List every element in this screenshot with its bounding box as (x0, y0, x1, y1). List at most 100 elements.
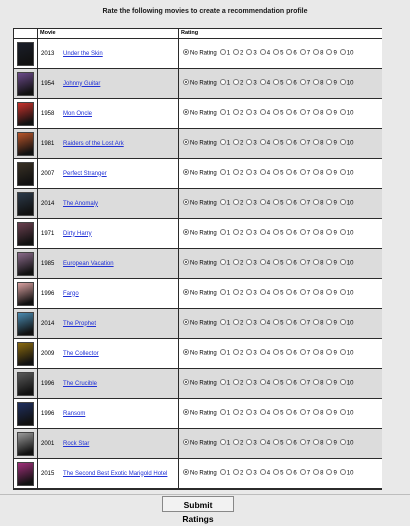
radio-button[interactable] (313, 229, 320, 236)
radio-button[interactable] (233, 139, 240, 146)
radio-button[interactable] (339, 109, 346, 116)
radio-button[interactable] (183, 259, 189, 266)
rating-option[interactable]: 2 (233, 349, 243, 357)
radio-button[interactable] (259, 259, 266, 266)
rating-option[interactable]: 7 (299, 229, 310, 237)
radio-button[interactable] (339, 439, 346, 446)
rating-option[interactable]: 9 (326, 319, 337, 327)
radio-button[interactable] (259, 169, 266, 176)
rating-option[interactable]: 2 (233, 79, 243, 87)
radio-button[interactable] (219, 109, 226, 116)
rating-option[interactable]: 3 (246, 49, 257, 57)
radio-button[interactable] (313, 79, 320, 86)
radio-button[interactable] (326, 199, 333, 206)
rating-option[interactable]: 7 (299, 259, 310, 267)
radio-button[interactable] (233, 379, 240, 386)
rating-option[interactable]: No Rating (183, 49, 217, 57)
radio-button[interactable] (339, 409, 346, 416)
rating-option[interactable]: 3 (246, 289, 257, 297)
radio-button[interactable] (183, 229, 189, 236)
rating-option[interactable]: 4 (259, 439, 270, 447)
rating-option[interactable]: 5 (273, 49, 283, 57)
rating-option[interactable]: 8 (313, 109, 323, 117)
radio-button[interactable] (219, 79, 226, 86)
radio-button[interactable] (339, 379, 346, 386)
radio-button[interactable] (273, 379, 280, 386)
rating-option[interactable]: 2 (233, 259, 243, 267)
rating-option[interactable]: No Rating (183, 409, 217, 417)
rating-option[interactable]: 1 (219, 379, 230, 387)
radio-button[interactable] (299, 379, 306, 386)
radio-button[interactable] (246, 199, 253, 206)
movie-title-link[interactable]: The Collector (63, 351, 99, 357)
rating-option[interactable]: 7 (299, 439, 310, 447)
radio-button[interactable] (339, 259, 346, 266)
rating-option[interactable]: 8 (313, 289, 323, 297)
rating-option[interactable]: No Rating (183, 199, 217, 207)
rating-option[interactable]: 4 (259, 319, 270, 327)
rating-option[interactable]: 9 (326, 439, 337, 447)
radio-button[interactable] (313, 469, 320, 476)
rating-option[interactable]: 3 (246, 469, 257, 477)
rating-option[interactable]: 10 (339, 439, 353, 447)
radio-button[interactable] (273, 289, 280, 296)
rating-option[interactable]: 1 (219, 259, 230, 267)
radio-button[interactable] (326, 439, 333, 446)
radio-button[interactable] (233, 289, 240, 296)
radio-button[interactable] (326, 319, 333, 326)
rating-option[interactable]: 5 (273, 79, 283, 87)
radio-button[interactable] (339, 169, 346, 176)
radio-button[interactable] (313, 49, 320, 56)
rating-option[interactable]: 5 (273, 469, 283, 477)
rating-option[interactable]: 8 (313, 169, 323, 177)
radio-button[interactable] (183, 469, 189, 476)
rating-option[interactable]: 4 (259, 469, 270, 477)
radio-button[interactable] (259, 199, 266, 206)
rating-option[interactable]: No Rating (183, 109, 217, 117)
radio-button[interactable] (326, 259, 333, 266)
rating-option[interactable]: 1 (219, 49, 230, 57)
radio-button[interactable] (246, 289, 253, 296)
rating-option[interactable]: 4 (259, 139, 270, 147)
radio-button[interactable] (273, 139, 280, 146)
radio-button[interactable] (246, 349, 253, 356)
radio-button[interactable] (219, 439, 226, 446)
rating-option[interactable]: 3 (246, 229, 257, 237)
rating-option[interactable]: No Rating (183, 229, 217, 237)
radio-button[interactable] (219, 139, 226, 146)
rating-option[interactable]: 7 (299, 169, 310, 177)
radio-button[interactable] (219, 409, 226, 416)
rating-option[interactable]: 7 (299, 319, 310, 327)
radio-button[interactable] (299, 109, 306, 116)
radio-button[interactable] (299, 49, 306, 56)
radio-button[interactable] (259, 319, 266, 326)
rating-option[interactable]: 5 (273, 259, 283, 267)
rating-option[interactable]: 1 (219, 319, 230, 327)
radio-button[interactable] (219, 199, 226, 206)
radio-button[interactable] (273, 349, 280, 356)
rating-option[interactable]: 10 (339, 169, 353, 177)
radio-button[interactable] (339, 289, 346, 296)
rating-option[interactable]: 4 (259, 79, 270, 87)
radio-button[interactable] (339, 79, 346, 86)
movie-title-link[interactable]: Raiders of the Lost Ark (63, 141, 124, 147)
radio-button[interactable] (219, 169, 226, 176)
radio-button[interactable] (313, 319, 320, 326)
rating-option[interactable]: 7 (299, 349, 310, 357)
movie-title-link[interactable]: Johnny Guitar (63, 81, 100, 87)
rating-option[interactable]: 9 (326, 229, 337, 237)
radio-button[interactable] (246, 229, 253, 236)
movie-title-link[interactable]: Ransom (63, 411, 85, 417)
rating-option[interactable]: 7 (299, 379, 310, 387)
rating-option[interactable]: 4 (259, 289, 270, 297)
radio-button[interactable] (246, 139, 253, 146)
radio-button[interactable] (299, 169, 306, 176)
radio-button[interactable] (273, 169, 280, 176)
radio-button[interactable] (233, 169, 240, 176)
rating-option[interactable]: 6 (286, 409, 297, 417)
radio-button[interactable] (273, 469, 280, 476)
rating-option[interactable]: 4 (259, 199, 270, 207)
rating-option[interactable]: 4 (259, 379, 270, 387)
radio-button[interactable] (313, 169, 320, 176)
radio-button[interactable] (259, 379, 266, 386)
